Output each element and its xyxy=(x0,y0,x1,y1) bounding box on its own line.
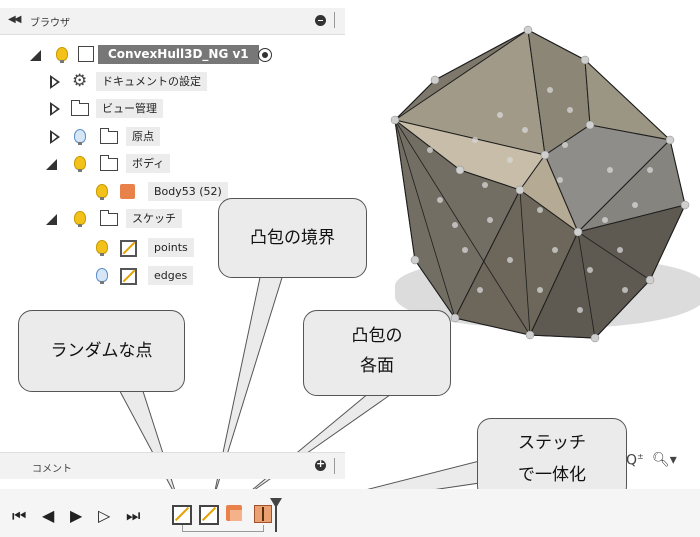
folder-icon xyxy=(100,210,118,226)
visibility-bulb-icon[interactable] xyxy=(96,184,108,200)
body-icon xyxy=(120,184,135,199)
browser-title: ブラウザ xyxy=(30,18,70,29)
tree-item-label: edges xyxy=(148,266,194,285)
expanded-arrow-icon[interactable] xyxy=(30,50,41,61)
visibility-bulb-icon[interactable] xyxy=(74,156,86,172)
tree-root[interactable]: ConvexHull3D_NG v1 xyxy=(0,43,340,67)
go-to-start-icon[interactable]: ⏮ xyxy=(12,508,26,524)
timeline-sketch-points[interactable] xyxy=(172,505,192,525)
callout-text: 凸包の境界 xyxy=(250,228,335,248)
comment-title: コメント xyxy=(32,464,72,475)
callout-text: ランダムな点 xyxy=(50,341,153,361)
browser-panel-header: ◀◀ ブラウザ xyxy=(0,8,345,35)
tree-item-bodies[interactable]: ボディ xyxy=(0,152,340,176)
callout-stitch: ステッチ で一体化 xyxy=(477,418,627,500)
timeline-sketch-edges[interactable] xyxy=(199,505,219,525)
callout-text-line1: ステッチ xyxy=(518,433,586,453)
tree-item-label: Body53 (52) xyxy=(148,182,228,201)
timeline-marker-line xyxy=(275,504,277,532)
activate-radio-icon[interactable] xyxy=(258,48,272,62)
visibility-bulb-icon[interactable] xyxy=(56,47,68,63)
convex-hull-model[interactable] xyxy=(380,20,700,350)
callout-hull-faces: 凸包の 各面 xyxy=(303,310,451,396)
callout-text-line1: 凸包の xyxy=(351,326,403,346)
zoom-window-icon[interactable]: 🔍︎▾ xyxy=(652,452,677,468)
folder-icon xyxy=(71,100,89,116)
collapsed-arrow-icon[interactable] xyxy=(50,75,60,89)
tree-item-label: 原点 xyxy=(126,127,160,146)
expanded-arrow-icon[interactable] xyxy=(46,214,57,225)
folder-icon xyxy=(100,155,118,171)
minimize-icon[interactable] xyxy=(315,15,326,26)
tree-item-document-settings[interactable]: ⚙ ドキュメントの設定 xyxy=(0,70,340,94)
collapsed-arrow-icon[interactable] xyxy=(50,102,60,116)
tree-item-label: ドキュメントの設定 xyxy=(96,72,207,91)
visibility-bulb-icon[interactable] xyxy=(96,268,108,284)
tree-item-origin[interactable]: 原点 xyxy=(0,125,340,149)
expanded-arrow-icon[interactable] xyxy=(46,159,57,170)
tree-item-label: スケッチ xyxy=(126,209,182,228)
root-label: ConvexHull3D_NG v1 xyxy=(98,45,259,64)
timeline-group-bracket xyxy=(182,525,264,532)
tree-item-label: ビュー管理 xyxy=(96,99,163,118)
gear-icon: ⚙ xyxy=(72,71,88,91)
add-comment-icon[interactable] xyxy=(315,457,326,471)
callout-hull-boundary: 凸包の境界 xyxy=(218,198,367,278)
visibility-bulb-icon[interactable] xyxy=(74,129,86,145)
step-forward-icon[interactable]: ▷ xyxy=(98,508,110,524)
panel-grip[interactable] xyxy=(334,458,335,474)
sketch-icon xyxy=(120,268,137,285)
visibility-bulb-icon[interactable] xyxy=(74,211,86,227)
collapse-panel-icon[interactable]: ◀◀ xyxy=(8,14,21,25)
zoom-icon[interactable]: Q± xyxy=(626,452,644,469)
comment-panel-header: コメント xyxy=(0,452,345,479)
tree-item-view-management[interactable]: ビュー管理 xyxy=(0,97,340,121)
tree-item-label: points xyxy=(148,238,194,257)
sketch-icon xyxy=(120,240,137,257)
play-icon[interactable]: ▶ xyxy=(70,508,82,524)
component-icon xyxy=(78,46,94,62)
collapsed-arrow-icon[interactable] xyxy=(50,130,60,144)
callout-text-line2: で一体化 xyxy=(518,465,586,485)
folder-icon xyxy=(100,128,118,144)
tree-item-label: ボディ xyxy=(126,154,171,173)
timeline-patch-faces[interactable] xyxy=(226,505,242,521)
callout-text-line2: 各面 xyxy=(360,356,394,376)
step-back-icon[interactable]: ◀ xyxy=(42,508,54,524)
panel-grip[interactable] xyxy=(334,12,335,28)
callout-random-points: ランダムな点 xyxy=(18,310,185,392)
visibility-bulb-icon[interactable] xyxy=(96,240,108,256)
go-to-end-icon[interactable]: ⏭ xyxy=(126,508,140,524)
